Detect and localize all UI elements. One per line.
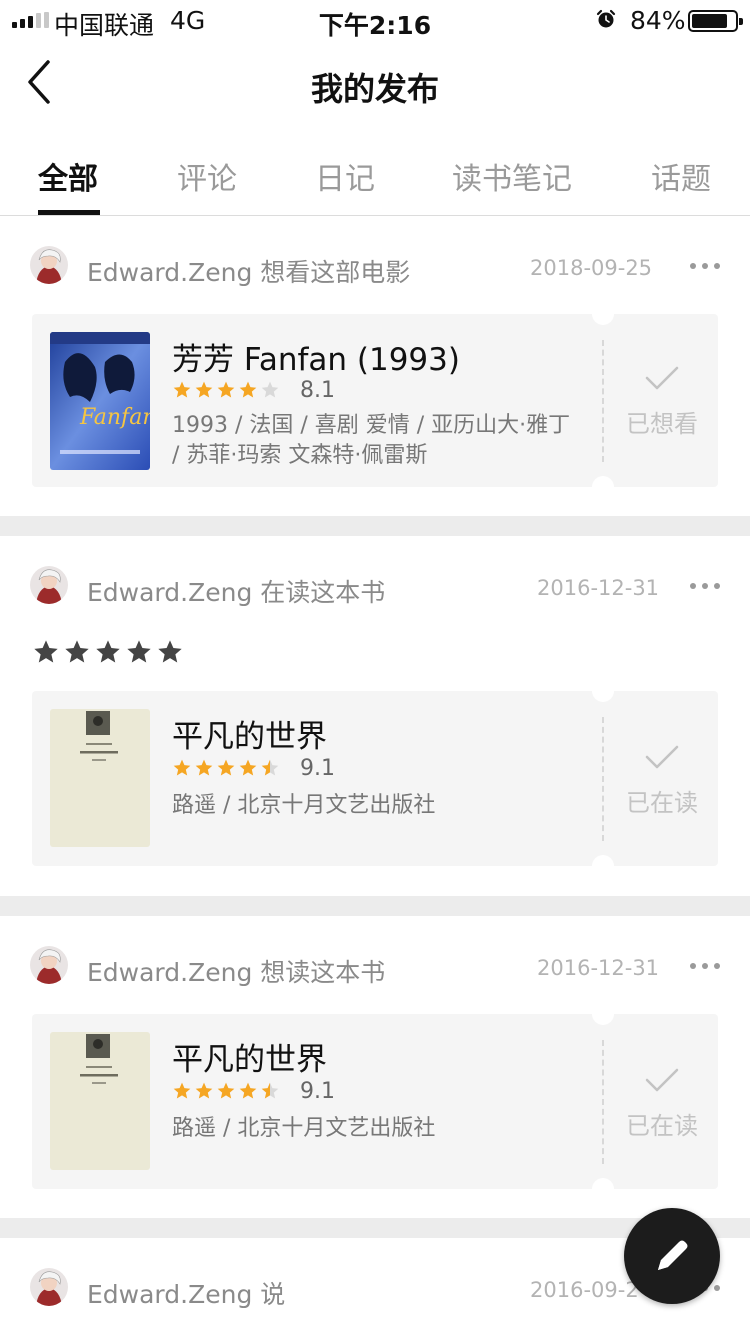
- rating-stars: [172, 1081, 280, 1101]
- reading-status-button[interactable]: 已在读: [617, 1066, 707, 1141]
- feed-post: Edward.Zeng 在读这本书 2016-12-31 平凡的世界 9.1 路…: [0, 536, 750, 896]
- item-title[interactable]: 平凡的世界: [172, 711, 327, 756]
- star-icon: [127, 640, 151, 663]
- star-icon: [195, 759, 213, 776]
- star-icon: [195, 1082, 213, 1099]
- post-action: 想看这部电影: [260, 258, 411, 287]
- checkmark-icon: [645, 366, 679, 390]
- compose-button[interactable]: [624, 1208, 720, 1304]
- checkmark-icon: [645, 745, 679, 769]
- post-author-action: Edward.Zeng 想读这本书: [87, 953, 385, 989]
- book-card[interactable]: 平凡的世界 9.1 路遥 / 北京十月文艺出版社 已在读: [32, 680, 718, 877]
- more-options-icon[interactable]: [690, 961, 720, 971]
- post-author-action: Edward.Zeng 说: [87, 1275, 285, 1311]
- tab-reviews[interactable]: 评论: [177, 154, 237, 198]
- feed-post: Edward.Zeng 想看这部电影 2018-09-25 Fanfan 芳芳 …: [0, 216, 750, 516]
- avatar[interactable]: [30, 946, 68, 984]
- post-date: 2016-09-2: [530, 1278, 639, 1302]
- rating-score: 9.1: [300, 756, 335, 781]
- tab-reading-notes[interactable]: 读书笔记: [452, 154, 572, 198]
- watched-status-button[interactable]: 已想看: [617, 364, 707, 439]
- star-icon: [239, 759, 257, 776]
- star-icon: [173, 1082, 191, 1099]
- status-label: 已想看: [626, 410, 698, 438]
- section-separator: [0, 896, 750, 916]
- status-label: 已在读: [626, 789, 698, 817]
- more-options-icon[interactable]: [690, 261, 720, 271]
- feed-post: Edward.Zeng 想读这本书 2016-12-31 平凡的世界 9.1 路…: [0, 916, 750, 1216]
- post-action: 说: [260, 1280, 286, 1309]
- poster-title: Fanfan: [79, 405, 150, 430]
- star-icon: [34, 640, 58, 663]
- tab-all[interactable]: 全部: [38, 154, 98, 198]
- more-options-icon[interactable]: [690, 581, 720, 591]
- star-icon: [261, 1082, 279, 1099]
- tab-topics[interactable]: 话题: [651, 154, 711, 198]
- post-action: 在读这本书: [260, 578, 386, 607]
- user-rating-stars: [32, 638, 184, 666]
- book-cover: [50, 1032, 150, 1170]
- status-bar: 中国联通 4G 下午2:16 84%: [0, 0, 750, 40]
- rating-stars: [172, 758, 280, 778]
- star-icon: [96, 640, 120, 663]
- star-icon: [217, 381, 235, 398]
- star-icon: [239, 381, 257, 398]
- post-author-action: Edward.Zeng 想看这部电影: [87, 253, 410, 289]
- tab-bar: 全部 评论 日记 读书笔记 话题: [0, 130, 750, 216]
- section-separator: [0, 516, 750, 536]
- active-tab-indicator: [38, 210, 100, 215]
- post-date: 2018-09-25: [530, 256, 653, 280]
- tab-diary[interactable]: 日记: [315, 154, 375, 198]
- author-name[interactable]: Edward.Zeng: [87, 958, 252, 987]
- item-info: 1993 / 法国 / 喜剧 爱情 / 亚历山大·雅丁 / 苏菲·玛索 文森特·…: [172, 413, 571, 468]
- avatar[interactable]: [30, 246, 68, 284]
- page-title: 我的发布: [310, 70, 439, 108]
- star-icon: [173, 759, 191, 776]
- navigation-bar: 我的发布: [0, 40, 750, 130]
- reading-status-button[interactable]: 已在读: [617, 743, 707, 818]
- pencil-icon: [658, 1240, 688, 1270]
- star-icon: [239, 1082, 257, 1099]
- star-icon: [217, 759, 235, 776]
- avatar[interactable]: [30, 1268, 68, 1306]
- avatar[interactable]: [30, 566, 68, 604]
- movie-card[interactable]: Fanfan 芳芳 Fanfan (1993) 8.1 1993 / 法国 / …: [32, 303, 718, 498]
- battery-icon: [688, 10, 743, 32]
- star-icon: [217, 1082, 235, 1099]
- book-cover: [50, 709, 150, 847]
- rating-score: 9.1: [300, 1079, 335, 1104]
- star-icon: [261, 759, 279, 776]
- star-icon: [158, 640, 182, 663]
- status-label: 已在读: [626, 1112, 698, 1140]
- star-icon: [261, 381, 279, 398]
- movie-poster: Fanfan: [50, 332, 150, 470]
- item-title[interactable]: 芳芳 Fanfan (1993): [172, 334, 460, 379]
- post-author-action: Edward.Zeng 在读这本书: [87, 573, 385, 609]
- post-action: 想读这本书: [260, 958, 386, 987]
- alarm-clock-icon: [596, 9, 616, 28]
- item-info: 路遥 / 北京十月文艺出版社: [172, 793, 436, 818]
- post-date: 2016-12-31: [537, 956, 660, 980]
- star-icon: [195, 381, 213, 398]
- battery-fill: [692, 14, 728, 28]
- rating-score: 8.1: [300, 378, 335, 403]
- post-date: 2016-12-31: [537, 576, 660, 600]
- author-name[interactable]: Edward.Zeng: [87, 578, 252, 607]
- author-name[interactable]: Edward.Zeng: [87, 258, 252, 287]
- author-name[interactable]: Edward.Zeng: [87, 1280, 252, 1309]
- battery-percentage: 84%: [630, 6, 686, 35]
- rating-stars: [172, 380, 280, 400]
- item-title[interactable]: 平凡的世界: [172, 1034, 327, 1079]
- item-info: 路遥 / 北京十月文艺出版社: [172, 1116, 436, 1141]
- book-card[interactable]: 平凡的世界 9.1 路遥 / 北京十月文艺出版社 已在读: [32, 1003, 718, 1200]
- star-icon: [173, 381, 191, 398]
- checkmark-icon: [645, 1068, 679, 1092]
- star-icon: [65, 640, 89, 663]
